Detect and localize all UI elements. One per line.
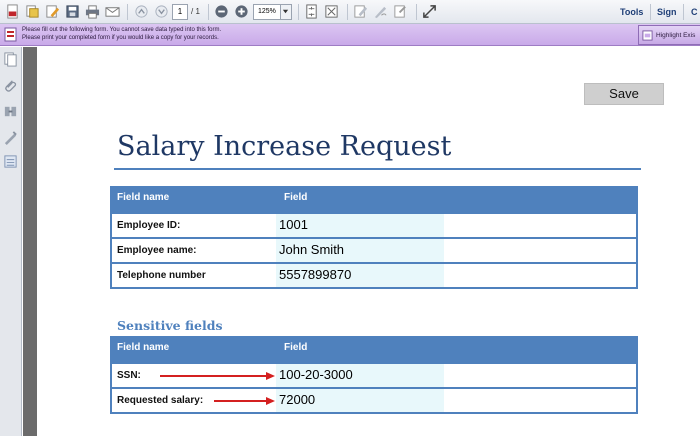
layers-icon[interactable]	[3, 154, 18, 169]
table-row: Requested salary: 72000	[112, 387, 636, 412]
employee-name-label: Employee name:	[117, 245, 197, 256]
chevron-down-icon	[283, 9, 289, 14]
toolbar-separator	[297, 3, 299, 20]
comment-link[interactable]: C	[691, 0, 698, 24]
column-header-field-name: Field name	[117, 342, 170, 353]
expand-icon[interactable]	[421, 3, 439, 21]
toolbar-separator	[683, 4, 684, 20]
telephone-number-label: Telephone number	[117, 270, 206, 281]
page-total: / 1	[191, 7, 200, 16]
main-toolbar: 1 / 1 125% Tools Sign C	[0, 0, 700, 24]
zoom-dropdown-button[interactable]	[280, 3, 292, 20]
notice-line-2: Please print your completed form if you …	[22, 35, 219, 41]
employee-id-field[interactable]: 1001	[276, 214, 444, 237]
signatures-icon[interactable]	[3, 104, 18, 119]
notice-line-1: Please fill out the following form. You …	[22, 27, 222, 33]
share-icon[interactable]	[392, 3, 410, 21]
ssn-label: SSN:	[117, 370, 141, 381]
print-icon[interactable]	[83, 3, 101, 21]
employee-fields-table: Field name Field Employee ID: 1001 Emplo…	[110, 186, 638, 289]
employee-name-field[interactable]: John Smith	[276, 239, 444, 262]
create-pdf-icon[interactable]	[3, 3, 21, 21]
title-underline	[114, 168, 641, 170]
requested-salary-label: Requested salary:	[117, 395, 204, 406]
form-icon	[4, 27, 17, 42]
toolbar-separator	[127, 3, 128, 20]
email-icon[interactable]	[103, 3, 121, 21]
document-page: Save Salary Increase Request Field name …	[37, 47, 700, 436]
table-header: Field name Field	[112, 188, 636, 212]
fit-page-icon[interactable]	[303, 3, 321, 21]
prev-page-icon[interactable]	[132, 3, 150, 21]
edit-icon[interactable]	[43, 3, 61, 21]
save-button[interactable]: Save	[584, 83, 664, 105]
toolbar-separator	[415, 3, 417, 20]
notice-message: Please fill out the following form. You …	[22, 26, 221, 42]
comment-icon[interactable]	[352, 3, 370, 21]
full-screen-icon[interactable]	[323, 3, 341, 21]
toolbar-separator	[650, 4, 651, 20]
table-row: Employee ID: 1001	[112, 212, 636, 237]
zoom-out-icon[interactable]	[213, 3, 231, 21]
table-row: SSN: 100-20-3000	[112, 362, 636, 387]
table-header: Field name Field	[112, 338, 636, 362]
pages-icon[interactable]	[3, 52, 18, 67]
page-number-input[interactable]: 1	[172, 3, 188, 20]
toolbar-separator	[346, 3, 348, 20]
page-title: Salary Increase Request	[117, 131, 452, 162]
attachment-icon[interactable]	[3, 78, 18, 93]
red-arrow-icon	[160, 372, 275, 380]
requested-salary-field[interactable]: 72000	[276, 389, 444, 412]
sensitive-fields-table: Field name Field SSN: 100-20-3000 Reques…	[110, 336, 638, 414]
toolbar-separator	[207, 3, 209, 20]
ssn-field[interactable]: 100-20-3000	[276, 364, 444, 387]
highlight-icon	[642, 29, 653, 41]
column-header-field-name: Field name	[117, 192, 170, 203]
zoom-level-input[interactable]: 125%	[252, 3, 281, 20]
open-icon[interactable]	[23, 3, 41, 21]
highlight-fields-button[interactable]: Highlight Exis	[638, 25, 700, 45]
document-gutter	[23, 47, 37, 436]
table-row: Telephone number 5557899870	[112, 262, 636, 287]
form-notice-bar: Please fill out the following form. You …	[0, 24, 700, 46]
column-header-field: Field	[284, 192, 308, 203]
column-header-field: Field	[284, 342, 308, 353]
navigation-panel	[0, 47, 22, 436]
zoom-in-icon[interactable]	[233, 3, 251, 21]
highlight-fields-label: Highlight Exis	[656, 31, 696, 39]
sign-icon[interactable]	[372, 3, 390, 21]
red-arrow-icon	[214, 397, 275, 405]
sign-link[interactable]: Sign	[657, 0, 677, 24]
table-row: Employee name: John Smith	[112, 237, 636, 262]
section-title-sensitive: Sensitive fields	[117, 318, 223, 333]
tools-link[interactable]: Tools	[620, 0, 643, 24]
next-page-icon[interactable]	[152, 3, 170, 21]
telephone-number-field[interactable]: 5557899870	[276, 264, 444, 287]
employee-id-label: Employee ID:	[117, 220, 181, 231]
security-icon[interactable]	[3, 130, 18, 145]
save-icon[interactable]	[63, 3, 81, 21]
